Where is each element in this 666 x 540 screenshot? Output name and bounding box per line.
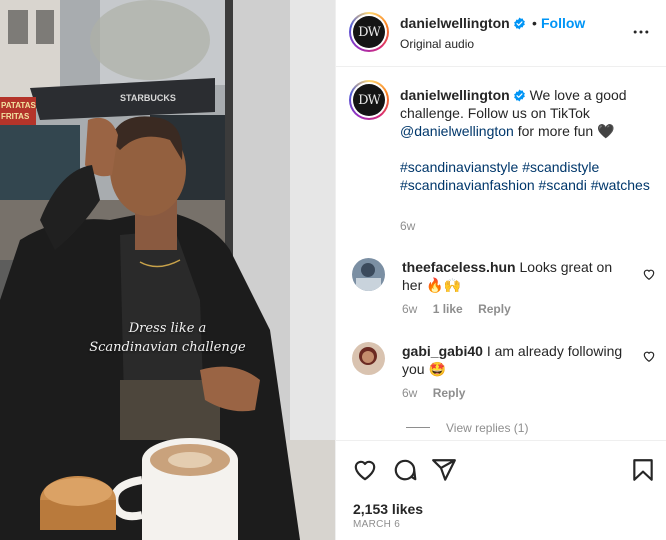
- comment-time[interactable]: 6w: [402, 302, 417, 316]
- heart-icon[interactable]: [352, 457, 378, 483]
- post-details-panel: DW danielwellington • Follow Original au…: [335, 0, 666, 540]
- post-actions-bar: 2,153 likes MARCH 6: [336, 440, 666, 540]
- caption-avatar-logo: DW: [353, 84, 385, 116]
- post-date[interactable]: MARCH 6: [353, 519, 400, 530]
- video-overlay-caption: Dress like a Scandinavian challenge: [0, 319, 335, 357]
- comment-body: gabi_gabi40 I am already following you 🤩: [402, 342, 632, 378]
- comment-like-heart-icon[interactable]: [642, 267, 656, 281]
- bookmark-icon[interactable]: [630, 457, 656, 483]
- view-replies-button[interactable]: View replies (1): [406, 421, 528, 435]
- caption-author-avatar[interactable]: DW: [349, 80, 389, 120]
- more-options-icon[interactable]: [630, 22, 652, 42]
- post-caption: danielwellington We love a good challeng…: [400, 86, 656, 194]
- comment-emoji: 🤩: [428, 361, 446, 377]
- comment-username[interactable]: theefaceless.hun: [402, 259, 516, 275]
- follow-button[interactable]: Follow: [541, 15, 585, 31]
- author-avatar-logo: DW: [353, 16, 385, 48]
- author-username-row[interactable]: danielwellington: [400, 15, 526, 31]
- side-sign-line1: PATATAS: [1, 101, 36, 110]
- replies-divider-line: [406, 427, 430, 428]
- comment-meta: 6w Reply: [402, 386, 477, 400]
- caption-verified-badge-icon: [513, 89, 525, 102]
- comment-like-heart-icon[interactable]: [642, 349, 656, 363]
- commenter-avatar[interactable]: [352, 342, 385, 375]
- side-sign-line2: FRITAS: [1, 112, 30, 121]
- view-replies-label: View replies (1): [446, 421, 529, 435]
- comment-time[interactable]: 6w: [402, 386, 417, 400]
- post-header: DW danielwellington • Follow Original au…: [336, 0, 666, 67]
- verified-badge-icon: [513, 17, 525, 30]
- hashtag-link[interactable]: #scandinavianstyle: [400, 159, 518, 175]
- caption-text-end: for more fun 🖤: [517, 123, 615, 139]
- commenter-avatar[interactable]: [352, 258, 385, 291]
- comment-username[interactable]: gabi_gabi40: [402, 343, 483, 359]
- storefront-sign: STARBUCKS: [120, 93, 176, 103]
- author-username[interactable]: danielwellington: [400, 15, 510, 31]
- share-icon[interactable]: [431, 457, 457, 483]
- comment-meta: 6w 1 like Reply: [402, 302, 523, 316]
- original-audio-link[interactable]: Original audio: [400, 37, 474, 51]
- comment-emoji: 🔥🙌: [426, 277, 461, 293]
- comment-likes-count[interactable]: 1 like: [433, 302, 463, 316]
- hashtag-link[interactable]: #scandistyle: [522, 159, 599, 175]
- caption-hashtags: #scandinavianstyle #scandistyle #scandin…: [400, 158, 656, 194]
- header-separator: •: [532, 15, 537, 31]
- caption-mention-link[interactable]: @danielwellington: [400, 123, 514, 139]
- post-media[interactable]: STARBUCKS PATATAS FRITAS Dress like a Sc…: [0, 0, 335, 540]
- caption-username[interactable]: danielwellington: [400, 87, 510, 103]
- reply-button[interactable]: Reply: [478, 302, 511, 316]
- hashtag-link[interactable]: #scandi: [539, 177, 587, 193]
- likes-count[interactable]: 2,153 likes: [353, 501, 423, 517]
- overlay-caption-line2: Scandinavian challenge: [89, 340, 246, 355]
- comment-icon[interactable]: [392, 457, 418, 483]
- comment-body: theefaceless.hun Looks great on her 🔥🙌: [402, 258, 632, 294]
- overlay-caption-line1: Dress like a: [128, 321, 207, 336]
- author-avatar[interactable]: DW: [349, 12, 389, 52]
- reply-button[interactable]: Reply: [433, 386, 466, 400]
- caption-timestamp[interactable]: 6w: [400, 219, 415, 233]
- hashtag-link[interactable]: #scandinavianfashion: [400, 177, 535, 193]
- post-photo: STARBUCKS PATATAS FRITAS: [0, 0, 335, 540]
- hashtag-link[interactable]: #watches: [591, 177, 650, 193]
